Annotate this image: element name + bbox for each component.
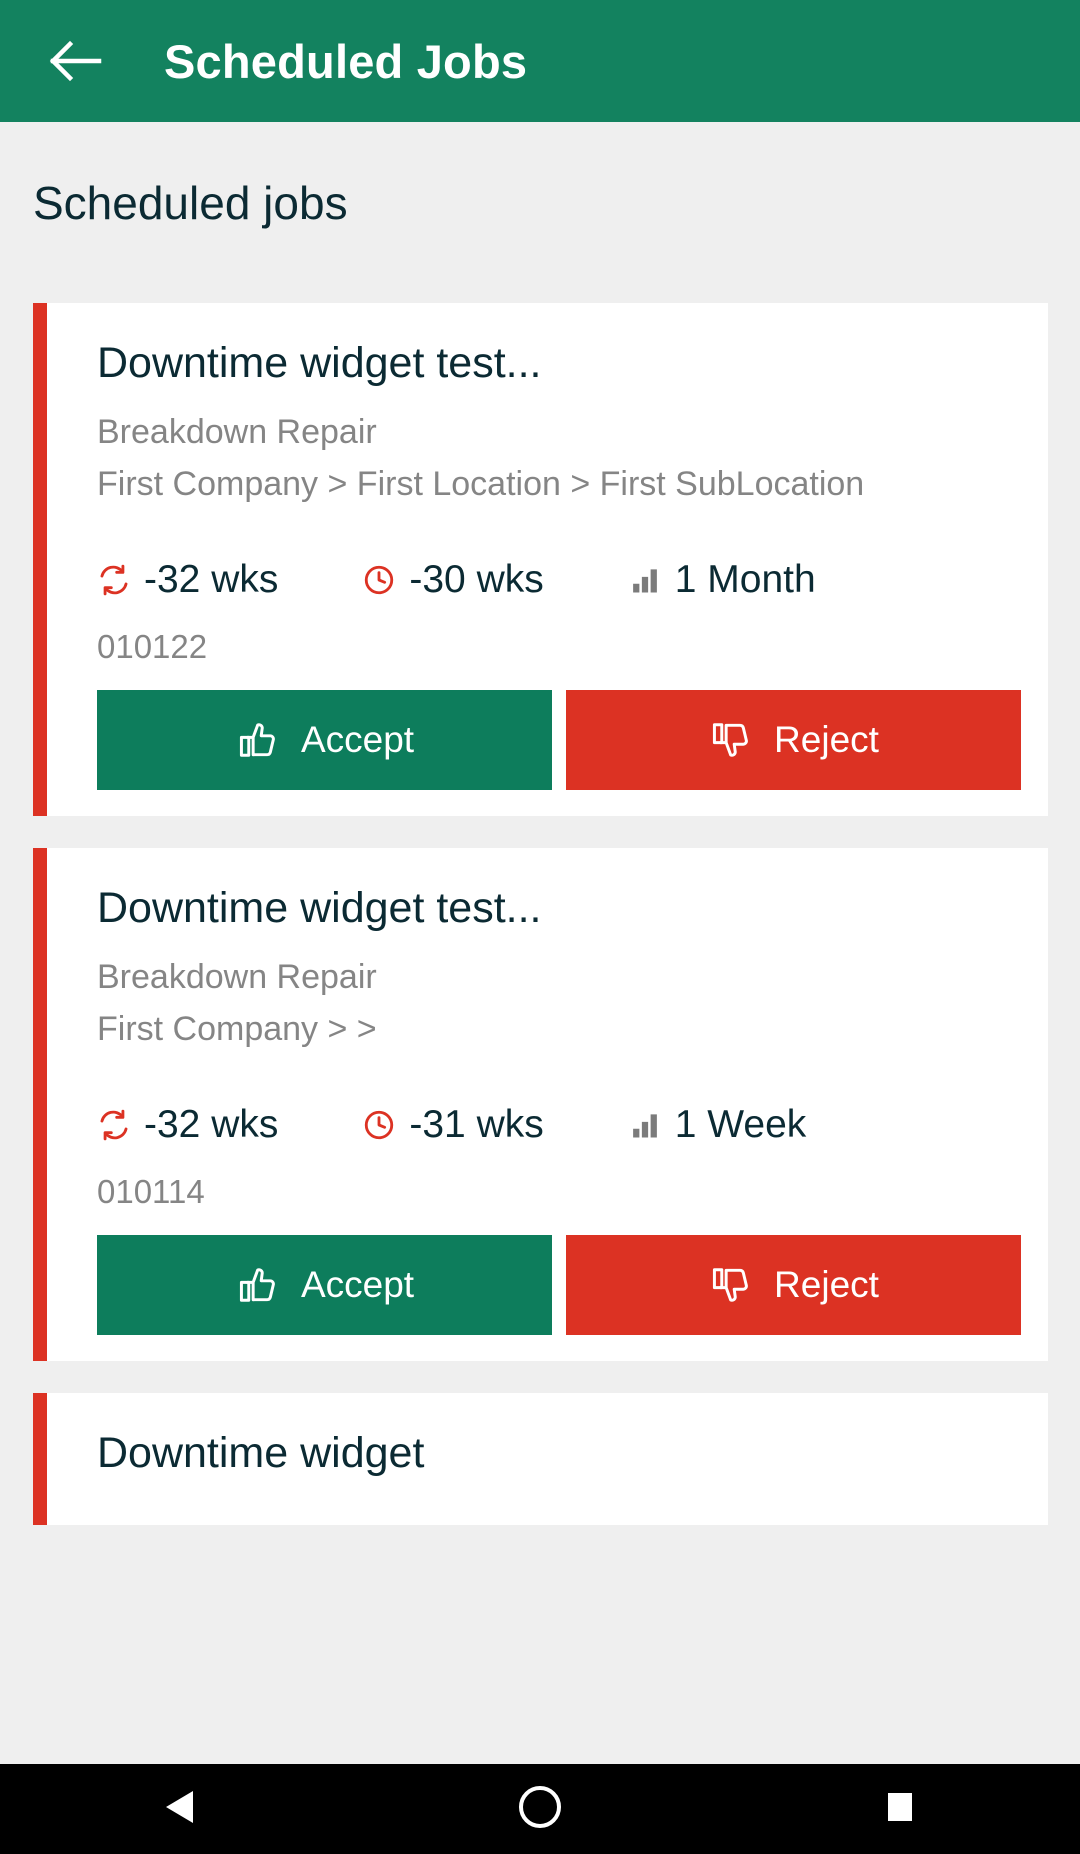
job-title: Downtime widget [97,1428,425,1477]
reject-button[interactable]: Reject [566,1234,1021,1335]
job-location-path: First Company > First Location > First S… [97,464,865,503]
reject-button-label: Reject [774,718,879,760]
thumbs-down-icon [708,1263,752,1307]
metric-frequency-value: 1 Week [674,1102,807,1146]
job-actions: Accept Reject [97,1234,1048,1335]
job-metrics: -32 wks -31 wks 1 Week [97,1103,1048,1147]
accept-button-label: Accept [300,1263,415,1305]
app-bar: Scheduled Jobs [0,0,1080,122]
android-navigation-bar [0,1764,1080,1854]
metric-overdue: -32 wks [97,1103,278,1147]
metric-overdue: -32 wks [97,558,278,602]
recents-square-icon [883,1790,917,1829]
nav-home-button[interactable] [360,1764,720,1854]
bar-chart-icon [628,1108,662,1142]
repeat-sync-icon [97,1108,131,1142]
accept-button[interactable]: Accept [97,689,552,790]
thumbs-down-icon [708,718,752,762]
metric-due-value: -30 wks [409,557,544,601]
job-location-path: First Company > > [97,1009,377,1048]
back-button[interactable] [40,25,112,97]
nav-recents-button[interactable] [720,1764,1080,1854]
accept-button-label: Accept [300,718,415,760]
job-type: Breakdown Repair [97,957,377,996]
job-metrics: -32 wks -30 wks 1 Month [97,558,1048,602]
metric-overdue-value: -32 wks [144,557,279,601]
metric-due: -30 wks [362,557,544,602]
job-number: 010122 [97,627,208,665]
job-card[interactable]: Downtime widget test... Breakdown Repair… [33,303,1048,816]
back-triangle-icon [163,1788,197,1831]
metric-due: -31 wks [362,1102,544,1147]
metric-frequency: 1 Week [628,1102,807,1147]
page-title: Scheduled jobs [33,177,348,229]
app-bar-title: Scheduled Jobs [164,34,528,88]
metric-frequency: 1 Month [628,558,816,602]
accept-button[interactable]: Accept [97,1234,552,1335]
job-card[interactable]: Downtime widget [33,1392,1048,1526]
card-accent-bar [33,303,47,816]
card-accent-bar [33,847,47,1361]
arrow-left-icon [49,39,103,83]
home-circle-icon [517,1784,563,1835]
thumbs-up-icon [235,718,279,762]
metric-due-value: -31 wks [409,1102,544,1146]
scroll-content[interactable]: Scheduled jobs Downtime widget test... B… [0,122,1080,1764]
clock-icon [362,563,396,597]
bar-chart-icon [628,563,662,597]
reject-button-label: Reject [774,1263,879,1305]
thumbs-up-icon [235,1263,279,1307]
job-actions: Accept Reject [97,689,1048,790]
job-number: 010114 [97,1172,205,1210]
job-card[interactable]: Downtime widget test... Breakdown Repair… [33,847,1048,1361]
metric-frequency-value: 1 Month [674,557,816,601]
reject-button[interactable]: Reject [566,689,1021,790]
repeat-sync-icon [97,563,131,597]
card-accent-bar [33,1392,47,1526]
metric-overdue-value: -32 wks [144,1102,279,1146]
job-title: Downtime widget test... [97,883,542,932]
job-title: Downtime widget test... [97,339,542,387]
job-type: Breakdown Repair [97,412,377,451]
nav-back-button[interactable] [0,1764,360,1854]
clock-icon [362,1108,396,1142]
